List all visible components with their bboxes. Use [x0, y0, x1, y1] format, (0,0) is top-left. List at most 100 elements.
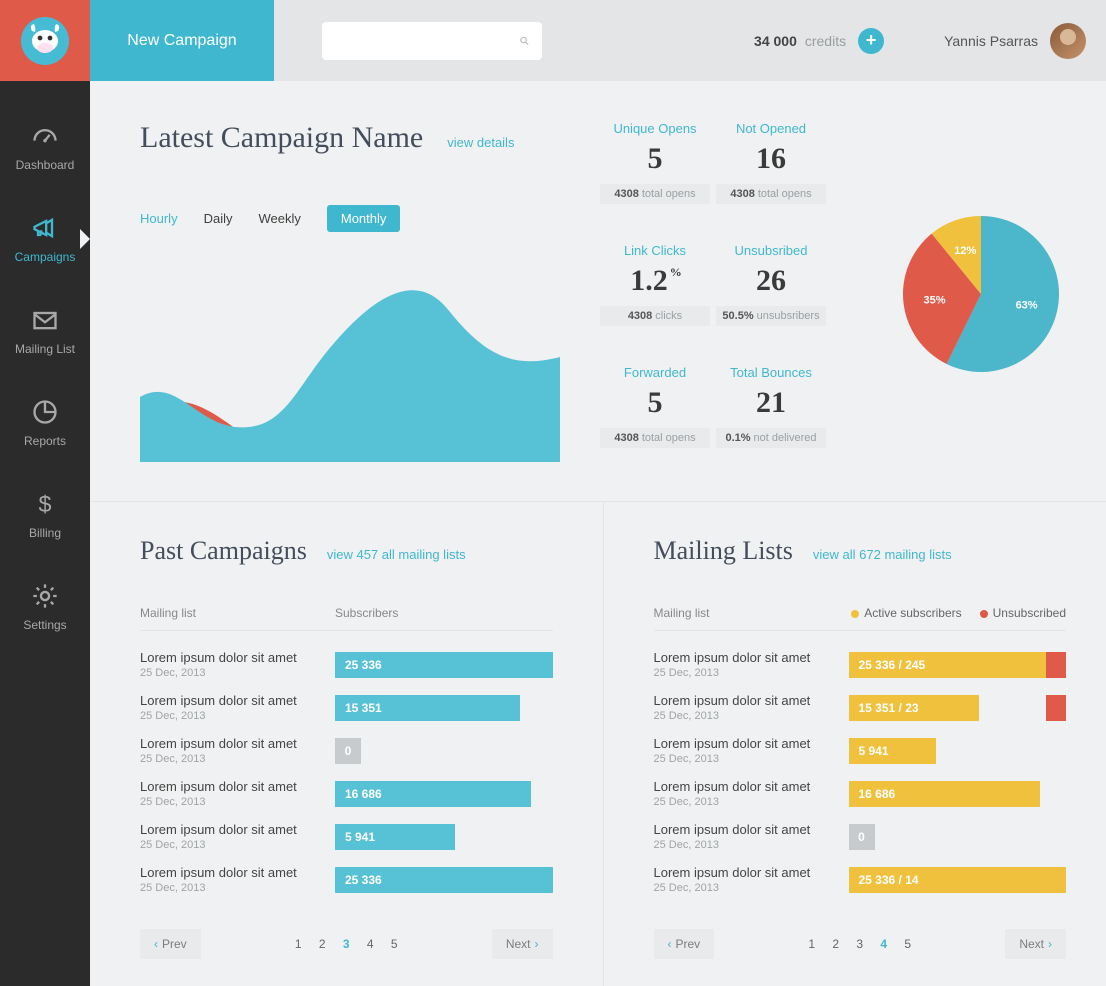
topbar: New Campaign 34 000 credits + Yannis Psa… — [90, 0, 1106, 81]
metric-card: Unsubsribed 26 50.5%unsubsribers — [716, 243, 826, 345]
item-date: 25 Dec, 2013 — [140, 796, 335, 808]
nav-dashboard[interactable]: Dashboard — [0, 101, 90, 193]
page-2[interactable]: 2 — [312, 937, 332, 951]
page-2[interactable]: 2 — [826, 937, 846, 951]
tab-weekly[interactable]: Weekly — [258, 211, 300, 226]
item-date: 25 Dec, 2013 — [654, 710, 849, 722]
nav-reports[interactable]: Reports — [0, 377, 90, 469]
list-item[interactable]: Lorem ipsum dolor sit amet25 Dec, 2013 2… — [140, 858, 553, 901]
list-item[interactable]: Lorem ipsum dolor sit amet25 Dec, 2013 1… — [654, 686, 1067, 729]
panel-title: Past Campaigns — [140, 536, 307, 566]
list-item[interactable]: Lorem ipsum dolor sit amet25 Dec, 2013 5… — [140, 815, 553, 858]
list-item[interactable]: Lorem ipsum dolor sit amet25 Dec, 2013 0 — [654, 815, 1067, 858]
metric-sub: 4308total opens — [600, 428, 710, 448]
metric-value: 16 — [756, 142, 786, 176]
bar-value: 25 336 / 14 — [849, 867, 1067, 893]
metric-card: Unique Opens 5 4308total opens — [600, 121, 710, 223]
nav-label: Dashboard — [16, 158, 75, 172]
credits-label: credits — [805, 33, 846, 49]
past-campaigns-panel: Past Campaigns view 457 all mailing list… — [90, 502, 604, 986]
nav-campaigns[interactable]: Campaigns — [0, 193, 90, 285]
svg-text:12%: 12% — [954, 245, 976, 257]
gauge-icon — [31, 122, 59, 150]
item-date: 25 Dec, 2013 — [140, 667, 335, 679]
list-item[interactable]: Lorem ipsum dolor sit amet25 Dec, 2013 5… — [654, 729, 1067, 772]
list-item[interactable]: Lorem ipsum dolor sit amet25 Dec, 2013 1… — [140, 686, 553, 729]
list-item[interactable]: Lorem ipsum dolor sit amet25 Dec, 2013 2… — [654, 858, 1067, 901]
item-date: 25 Dec, 2013 — [140, 710, 335, 722]
metric-sub: 0.1%not delivered — [716, 428, 826, 448]
metric-sub: 4308clicks — [600, 306, 710, 326]
list-item[interactable]: Lorem ipsum dolor sit amet25 Dec, 2013 2… — [654, 643, 1067, 686]
nav-mailing-list[interactable]: Mailing List — [0, 285, 90, 377]
next-button[interactable]: Next› — [1005, 929, 1066, 959]
nav-billing[interactable]: $ Billing — [0, 469, 90, 561]
metric-sub: 4308total opens — [716, 184, 826, 204]
page-4[interactable]: 4 — [874, 937, 894, 951]
bar-unsub — [1046, 695, 1066, 721]
tab-hourly[interactable]: Hourly — [140, 211, 178, 226]
bar-value: 15 351 — [335, 695, 520, 721]
user-menu[interactable]: Yannis Psarras — [944, 23, 1086, 59]
page-4[interactable]: 4 — [360, 937, 380, 951]
bar-unsub — [1046, 652, 1066, 678]
bar-value: 15 351 / 23 — [849, 695, 980, 721]
list-item[interactable]: Lorem ipsum dolor sit amet25 Dec, 2013 1… — [140, 772, 553, 815]
new-campaign-button[interactable]: New Campaign — [90, 0, 274, 81]
page-1[interactable]: 1 — [288, 937, 308, 951]
tab-monthly[interactable]: Monthly — [327, 205, 401, 232]
page-5[interactable]: 5 — [384, 937, 404, 951]
svg-text:63%: 63% — [1016, 300, 1038, 312]
page-5[interactable]: 5 — [898, 937, 918, 951]
item-date: 25 Dec, 2013 — [654, 667, 849, 679]
list-item[interactable]: Lorem ipsum dolor sit amet25 Dec, 2013 2… — [140, 643, 553, 686]
item-name: Lorem ipsum dolor sit amet — [140, 865, 335, 880]
bar-value: 25 336 / 245 — [849, 652, 1067, 678]
bar-value: 25 336 — [335, 867, 553, 893]
bar-value: 25 336 — [335, 652, 553, 678]
nav-label: Settings — [23, 618, 66, 632]
col-header: Subscribers — [335, 606, 398, 620]
metric-value: 5 — [648, 386, 663, 420]
view-all-link[interactable]: view all 672 mailing lists — [813, 547, 952, 562]
metric-value: 5 — [648, 142, 663, 176]
list-item[interactable]: Lorem ipsum dolor sit amet25 Dec, 2013 0 — [140, 729, 553, 772]
item-name: Lorem ipsum dolor sit amet — [140, 779, 335, 794]
svg-text:$: $ — [39, 491, 52, 517]
search-input[interactable] — [334, 32, 519, 50]
logo[interactable] — [0, 0, 90, 81]
page-1[interactable]: 1 — [802, 937, 822, 951]
panel-title: Mailing Lists — [654, 536, 793, 566]
metric-title: Forwarded — [600, 365, 710, 380]
area-chart — [140, 262, 560, 462]
user-name: Yannis Psarras — [944, 33, 1038, 49]
nav-settings[interactable]: Settings — [0, 561, 90, 653]
credits-value: 34 000 — [754, 33, 797, 49]
search-box[interactable] — [322, 22, 542, 60]
nav-label: Campaigns — [15, 250, 76, 264]
tab-daily[interactable]: Daily — [204, 211, 233, 226]
envelope-icon — [31, 306, 59, 334]
list-item[interactable]: Lorem ipsum dolor sit amet25 Dec, 2013 1… — [654, 772, 1067, 815]
gear-icon — [31, 582, 59, 610]
next-button[interactable]: Next› — [492, 929, 553, 959]
prev-button[interactable]: ‹Prev — [654, 929, 715, 959]
page-3[interactable]: 3 — [850, 937, 870, 951]
prev-button[interactable]: ‹Prev — [140, 929, 201, 959]
pie-chart: 63%35%12% — [896, 121, 1066, 467]
add-credits-button[interactable]: + — [858, 28, 884, 54]
search-icon — [519, 31, 530, 51]
avatar — [1050, 23, 1086, 59]
bar-value: 0 — [335, 738, 361, 764]
page-3[interactable]: 3 — [336, 937, 356, 951]
pagination: ‹Prev 12345 Next› — [654, 929, 1067, 959]
item-date: 25 Dec, 2013 — [654, 839, 849, 851]
legend-unsub: Unsubscribed — [980, 606, 1066, 620]
item-date: 25 Dec, 2013 — [140, 753, 335, 765]
legend-active: Active subscribers — [851, 606, 961, 620]
view-all-link[interactable]: view 457 all mailing lists — [327, 547, 466, 562]
view-details-link[interactable]: view details — [447, 135, 514, 150]
item-date: 25 Dec, 2013 — [654, 753, 849, 765]
metric-title: Link Clicks — [600, 243, 710, 258]
metrics-grid: Unique Opens 5 4308total opensNot Opened… — [600, 121, 826, 467]
